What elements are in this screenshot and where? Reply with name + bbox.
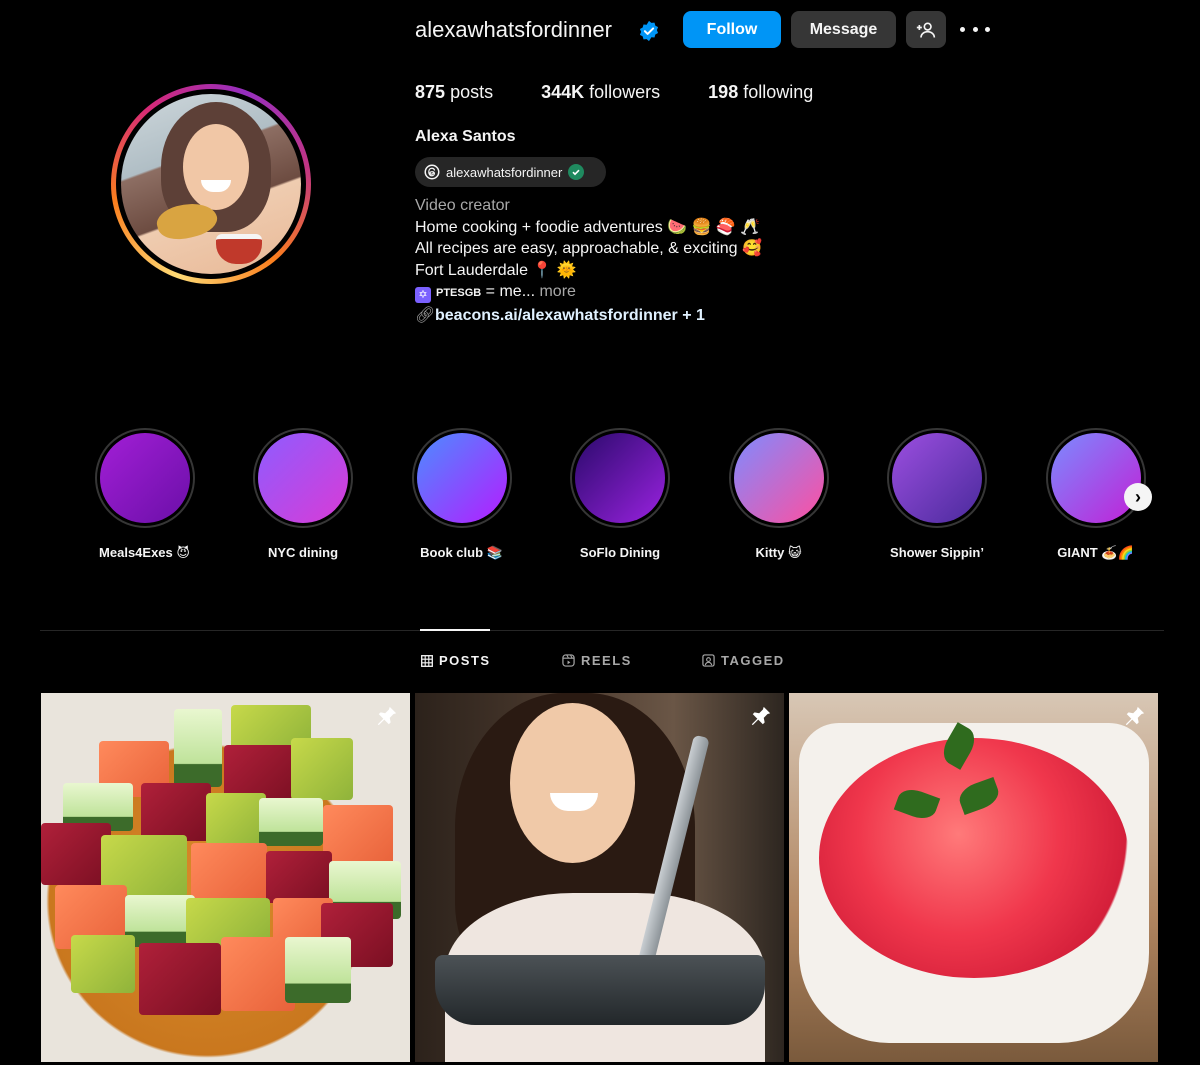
story-highlight[interactable]: Meals4Exes 😈 bbox=[82, 428, 207, 561]
message-button[interactable]: Message bbox=[791, 11, 896, 48]
suggested-accounts-button[interactable] bbox=[906, 11, 946, 48]
bio-line: Fort Lauderdale 📍 🌞 bbox=[415, 261, 577, 279]
highlight-cover bbox=[258, 433, 348, 523]
profile-page: alexawhatsfordinner Follow Message 875 p… bbox=[0, 0, 1200, 1065]
bio-line: All recipes are easy, approachable, & ex… bbox=[415, 240, 762, 257]
highlight-ring bbox=[411, 428, 512, 528]
threads-check-icon bbox=[568, 164, 585, 180]
post-thumbnail[interactable] bbox=[41, 693, 410, 1062]
highlight-label: GIANT 🍝🌈 bbox=[1057, 545, 1134, 560]
story-highlights: Meals4Exes 😈 NYC dining Book club 📚 SoFlo D… bbox=[82, 428, 1162, 568]
bio-more-link[interactable]: more bbox=[535, 283, 575, 300]
highlight-label: Meals4Exes 😈 bbox=[99, 545, 190, 560]
story-highlight[interactable]: Book club 📚 bbox=[399, 428, 524, 561]
highlight-cover bbox=[99, 433, 190, 523]
bio-line: Home cooking + foodie adventures 🍉 🍔 🍣 🥂 bbox=[415, 218, 761, 236]
profile-avatar[interactable] bbox=[111, 84, 311, 284]
grid-icon bbox=[421, 654, 433, 667]
star-of-david-icon: ✡ bbox=[415, 287, 431, 303]
highlight-cover bbox=[575, 433, 665, 523]
tab-tagged[interactable]: TAGGED bbox=[702, 653, 785, 668]
threads-handle: alexawhatsfordinner bbox=[446, 164, 563, 180]
profile-link[interactable]: 🔗︎beacons.ai/alexawhatsfordinner + 1 bbox=[415, 305, 762, 327]
threads-badge[interactable]: alexawhatsfordinner bbox=[415, 157, 606, 187]
tab-reels[interactable]: REELS bbox=[562, 653, 632, 668]
pin-icon bbox=[751, 706, 771, 726]
story-highlight[interactable]: SoFlo Dining bbox=[558, 428, 683, 560]
followers-link[interactable]: 344K followers bbox=[541, 82, 660, 103]
link-icon: 🔗︎ bbox=[415, 306, 436, 324]
tagged-icon bbox=[702, 654, 715, 667]
story-highlight[interactable]: Shower Sippin’ bbox=[875, 428, 1000, 560]
profile-username: alexawhatsfordinner bbox=[415, 17, 612, 42]
story-highlight[interactable]: NYC dining bbox=[241, 428, 366, 560]
profile-stats: 875 posts 344K followers 198 following bbox=[415, 82, 861, 103]
profile-bio: Video creator Home cooking + foodie adve… bbox=[415, 195, 762, 326]
highlight-ring bbox=[253, 428, 353, 528]
highlight-cover bbox=[416, 433, 507, 523]
highlight-ring bbox=[570, 428, 670, 528]
highlight-cover bbox=[892, 433, 982, 523]
add-person-icon bbox=[916, 22, 936, 38]
highlight-label: Book club 📚 bbox=[420, 545, 503, 560]
highlight-label: Shower Sippin’ bbox=[890, 545, 984, 560]
post-thumbnail[interactable] bbox=[789, 693, 1158, 1062]
reels-icon bbox=[562, 654, 575, 667]
pin-icon bbox=[377, 706, 397, 726]
threads-icon bbox=[424, 164, 440, 180]
pin-icon bbox=[1125, 706, 1145, 726]
avatar-photo bbox=[121, 94, 301, 274]
tabs-divider bbox=[40, 630, 1164, 631]
bio-line: ✡ PTESGB = me... more bbox=[415, 281, 762, 305]
posts-count: 875 posts bbox=[415, 82, 494, 102]
story-highlight[interactable]: Kitty 😺 bbox=[716, 428, 841, 561]
highlight-label: Kitty 😺 bbox=[755, 545, 802, 560]
chevron-right-icon[interactable]: › bbox=[1124, 483, 1152, 511]
highlight-cover bbox=[1050, 433, 1141, 523]
highlight-ring bbox=[94, 428, 195, 528]
active-tab-indicator bbox=[420, 629, 490, 631]
profile-full-name: Alexa Santos bbox=[415, 128, 516, 145]
highlight-ring bbox=[728, 428, 829, 528]
highlight-cover bbox=[733, 433, 824, 523]
tab-posts[interactable]: POSTS bbox=[421, 653, 491, 668]
post-thumbnail[interactable] bbox=[415, 693, 784, 1062]
highlight-ring bbox=[887, 428, 987, 528]
verified-badge-icon bbox=[639, 20, 659, 42]
follow-button[interactable]: Follow bbox=[683, 11, 781, 48]
more-options-icon[interactable] bbox=[960, 18, 990, 40]
highlight-ring bbox=[1045, 428, 1146, 528]
highlight-label: NYC dining bbox=[267, 545, 339, 560]
highlight-label: SoFlo Dining bbox=[579, 545, 661, 560]
following-link[interactable]: 198 following bbox=[708, 82, 813, 103]
profile-category: Video creator bbox=[415, 197, 510, 214]
